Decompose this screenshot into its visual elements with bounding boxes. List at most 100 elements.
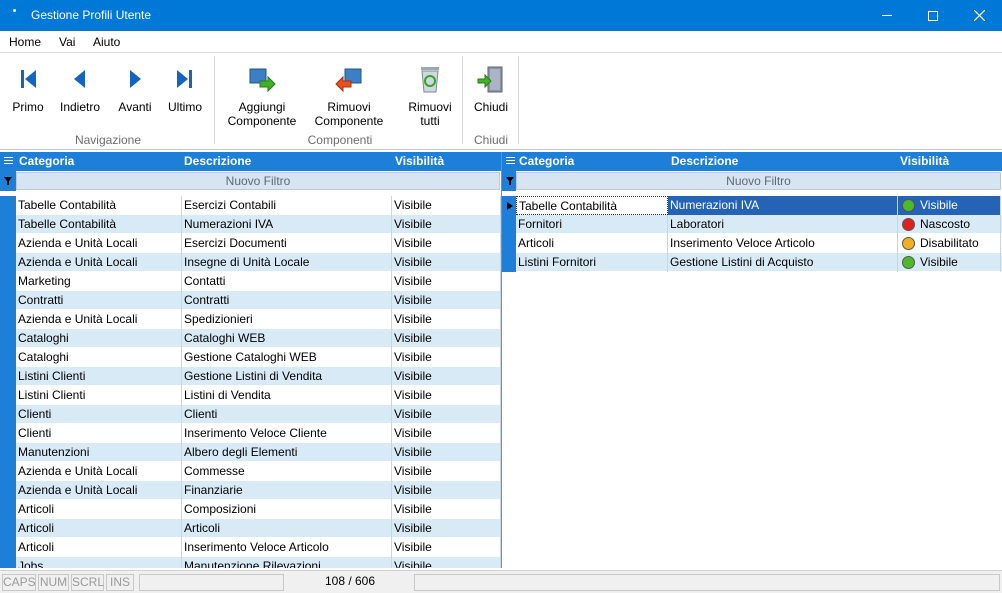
table-row[interactable]: Fornitori Laboratori Nascosto bbox=[516, 215, 1002, 234]
cell-visibilita[interactable]: Visibile bbox=[392, 253, 501, 272]
cell-categoria[interactable]: Azienda e Unità Locali bbox=[16, 234, 182, 253]
menu-aiuto[interactable]: Aiuto bbox=[93, 35, 120, 49]
cell-categoria[interactable]: Fornitori bbox=[516, 215, 668, 234]
table-row[interactable]: Tabelle Contabilità Esercizi Contabili Vis… bbox=[16, 196, 501, 215]
table-row[interactable]: Cataloghi Gestione Cataloghi WEB Visibile bbox=[16, 348, 501, 367]
cell-descrizione[interactable]: Laboratori bbox=[668, 215, 898, 234]
cell-descrizione[interactable]: Numerazioni IVA bbox=[182, 215, 392, 234]
new-filter-cell[interactable]: Nuovo Filtro bbox=[516, 172, 1001, 190]
table-row[interactable]: Clienti Clienti Visibile bbox=[16, 405, 501, 424]
cell-categoria[interactable]: Azienda e Unità Locali bbox=[16, 481, 182, 500]
cell-categoria[interactable]: Cataloghi bbox=[16, 329, 182, 348]
table-row[interactable]: Azienda e Unità Locali Esercizi Documenti… bbox=[16, 234, 501, 253]
cell-descrizione[interactable]: Inserimento Veloce Cliente bbox=[182, 424, 392, 443]
cell-visibilita[interactable]: Visibile bbox=[392, 405, 501, 424]
cell-categoria[interactable]: Manutenzioni bbox=[16, 443, 182, 462]
cell-descrizione[interactable]: Inserimento Veloce Articolo bbox=[182, 538, 392, 557]
close-button[interactable] bbox=[956, 0, 1002, 31]
cell-descrizione[interactable]: Spedizionieri bbox=[182, 310, 392, 329]
cell-descrizione[interactable]: Inserimento Veloce Articolo bbox=[668, 234, 898, 253]
table-row[interactable]: Azienda e Unità Locali Commesse Visibile bbox=[16, 462, 501, 481]
cell-visibilita[interactable]: Visibile bbox=[392, 557, 501, 568]
new-filter-cell[interactable]: Nuovo Filtro bbox=[16, 172, 500, 190]
cell-visibilita[interactable]: Visibile bbox=[392, 538, 501, 557]
cell-visibilita[interactable]: Visibile bbox=[392, 196, 501, 215]
cell-visibilita[interactable]: Visibile bbox=[898, 196, 1001, 215]
rimuovi-tutti-button[interactable]: Rimuovi tutti bbox=[402, 53, 458, 133]
cell-categoria[interactable]: Listini Clienti bbox=[16, 367, 182, 386]
menu-home[interactable]: Home bbox=[9, 35, 41, 49]
table-row[interactable]: Tabelle Contabilità Numerazioni IVA Visibi… bbox=[16, 215, 501, 234]
cell-categoria[interactable]: Tabelle Contabilità bbox=[16, 196, 182, 215]
cell-descrizione[interactable]: Esercizi Contabili bbox=[182, 196, 392, 215]
cell-visibilita[interactable]: Visibile bbox=[392, 481, 501, 500]
cell-categoria[interactable]: Clienti bbox=[16, 424, 182, 443]
header-visibilita[interactable]: Visibilità bbox=[395, 154, 444, 168]
cell-descrizione[interactable]: Composizioni bbox=[182, 500, 392, 519]
cell-categoria[interactable]: Articoli bbox=[16, 538, 182, 557]
cell-descrizione[interactable]: Contratti bbox=[182, 291, 392, 310]
cell-descrizione[interactable]: Gestione Cataloghi WEB bbox=[182, 348, 392, 367]
cell-categoria[interactable]: Tabelle Contabilità bbox=[516, 196, 668, 215]
cell-categoria[interactable]: Contratti bbox=[16, 291, 182, 310]
table-row[interactable]: Azienda e Unità Locali Spedizionieri Visib… bbox=[16, 310, 501, 329]
table-row[interactable]: Listini Clienti Gestione Listini di Vendi… bbox=[16, 367, 501, 386]
cell-visibilita[interactable]: Visibile bbox=[392, 386, 501, 405]
cell-visibilita[interactable]: Visibile bbox=[392, 424, 501, 443]
header-descrizione[interactable]: Descrizione bbox=[671, 154, 738, 168]
column-chooser-icon[interactable] bbox=[506, 157, 515, 166]
cell-categoria[interactable]: Listini Clienti bbox=[16, 386, 182, 405]
cell-descrizione[interactable]: Listini di Vendita bbox=[182, 386, 392, 405]
cell-categoria[interactable]: Articoli bbox=[16, 519, 182, 538]
table-row[interactable]: Manutenzioni Albero degli Elementi Visibil… bbox=[16, 443, 501, 462]
menu-vai[interactable]: Vai bbox=[59, 35, 75, 49]
cell-descrizione[interactable]: Commesse bbox=[182, 462, 392, 481]
cell-categoria[interactable]: Jobs bbox=[16, 557, 182, 568]
cell-visibilita[interactable]: Visibile bbox=[392, 329, 501, 348]
ultimo-button[interactable]: Ultimo bbox=[162, 53, 208, 133]
cell-visibilita[interactable]: Visibile bbox=[392, 367, 501, 386]
cell-descrizione[interactable]: Esercizi Documenti bbox=[182, 234, 392, 253]
cell-visibilita[interactable]: Nascosto bbox=[898, 215, 1001, 234]
cell-visibilita[interactable]: Visibile bbox=[392, 462, 501, 481]
cell-categoria[interactable]: Listini Fornitori bbox=[516, 253, 668, 272]
header-categoria[interactable]: Categoria bbox=[519, 154, 574, 168]
cell-visibilita[interactable]: Visibile bbox=[392, 519, 501, 538]
cell-descrizione[interactable]: Albero degli Elementi bbox=[182, 443, 392, 462]
indietro-button[interactable]: Indietro bbox=[54, 53, 106, 133]
primo-button[interactable]: Primo bbox=[6, 53, 50, 133]
cell-visibilita[interactable]: Visibile bbox=[898, 253, 1001, 272]
cell-categoria[interactable]: Clienti bbox=[16, 405, 182, 424]
minimize-button[interactable] bbox=[864, 0, 910, 31]
maximize-button[interactable] bbox=[910, 0, 956, 31]
rimuovi-componente-button[interactable]: Rimuovi Componente bbox=[306, 53, 392, 133]
cell-visibilita[interactable]: Visibile bbox=[392, 348, 501, 367]
cell-descrizione[interactable]: Cataloghi WEB bbox=[182, 329, 392, 348]
avanti-button[interactable]: Avanti bbox=[112, 53, 158, 133]
cell-categoria[interactable]: Azienda e Unità Locali bbox=[16, 462, 182, 481]
cell-categoria[interactable]: Tabelle Contabilità bbox=[16, 215, 182, 234]
column-chooser-icon[interactable] bbox=[4, 157, 13, 166]
cell-categoria[interactable]: Marketing bbox=[16, 272, 182, 291]
table-row[interactable]: Articoli Inserimento Veloce Articolo Disab… bbox=[516, 234, 1002, 253]
table-row[interactable]: Tabelle Contabilità Numerazioni IVA Visibi… bbox=[516, 196, 1002, 215]
table-row[interactable]: Articoli Articoli Visibile bbox=[16, 519, 501, 538]
cell-descrizione[interactable]: Contatti bbox=[182, 272, 392, 291]
cell-descrizione[interactable]: Insegne di Unità Locale bbox=[182, 253, 392, 272]
table-row[interactable]: Marketing Contatti Visibile bbox=[16, 272, 501, 291]
cell-visibilita[interactable]: Visibile bbox=[392, 215, 501, 234]
chiudi-button[interactable]: Chiudi bbox=[468, 53, 514, 133]
cell-categoria[interactable]: Azienda e Unità Locali bbox=[16, 310, 182, 329]
cell-categoria[interactable]: Articoli bbox=[16, 500, 182, 519]
cell-visibilita[interactable]: Visibile bbox=[392, 234, 501, 253]
cell-descrizione[interactable]: Manutenzione Rilevazioni bbox=[182, 557, 392, 568]
cell-categoria[interactable]: Articoli bbox=[516, 234, 668, 253]
cell-visibilita[interactable]: Visibile bbox=[392, 500, 501, 519]
cell-visibilita[interactable]: Visibile bbox=[392, 443, 501, 462]
table-row[interactable]: Azienda e Unità Locali Finanziarie Visibil… bbox=[16, 481, 501, 500]
table-row[interactable]: Cataloghi Cataloghi WEB Visibile bbox=[16, 329, 501, 348]
cell-descrizione[interactable]: Clienti bbox=[182, 405, 392, 424]
cell-visibilita[interactable]: Visibile bbox=[392, 272, 501, 291]
cell-descrizione[interactable]: Articoli bbox=[182, 519, 392, 538]
cell-visibilita[interactable]: Disabilitato bbox=[898, 234, 1001, 253]
